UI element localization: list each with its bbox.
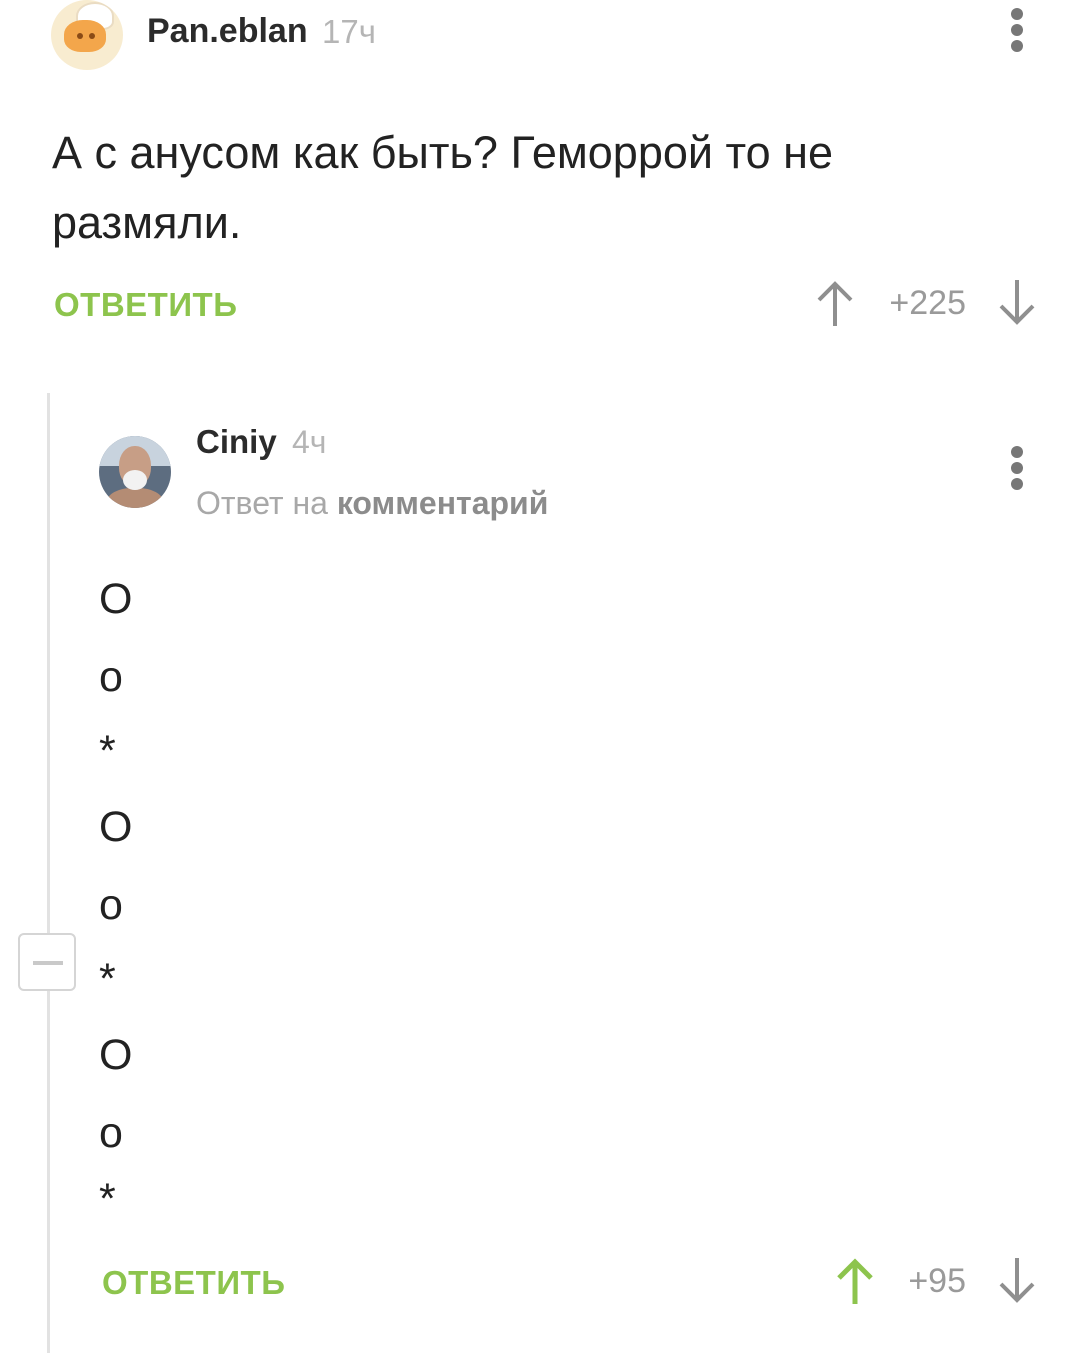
comment-time: 17ч bbox=[322, 13, 376, 50]
reply-text-line: o bbox=[99, 1109, 123, 1157]
pumpkin-icon bbox=[64, 20, 106, 52]
comment-score: +225 bbox=[889, 284, 966, 322]
eye-icon bbox=[89, 33, 95, 39]
more-options-icon[interactable] bbox=[1007, 446, 1027, 494]
reply-to-line: Ответ на комментарий bbox=[196, 485, 548, 522]
comment-username[interactable]: Pan.eblan bbox=[147, 12, 308, 51]
reply-text-line: * bbox=[99, 727, 116, 775]
eye-icon bbox=[77, 33, 83, 39]
reply-button[interactable]: ОТВЕТИТЬ bbox=[54, 286, 237, 324]
reply-text-line: o bbox=[99, 881, 123, 929]
collapse-button[interactable] bbox=[18, 933, 76, 991]
reply-to-prefix: Ответ на bbox=[196, 485, 328, 521]
more-options-icon[interactable] bbox=[1007, 8, 1027, 56]
reply-text-line: O bbox=[99, 575, 133, 623]
reply-text-line: O bbox=[99, 1031, 133, 1079]
reply-score: +95 bbox=[908, 1262, 966, 1300]
avatar[interactable] bbox=[51, 0, 123, 70]
comment-text: А с анусом как быть? Геморрой то не разм… bbox=[52, 127, 834, 248]
upvote-arrow-icon[interactable] bbox=[835, 1256, 875, 1308]
reply-text-line: O bbox=[99, 803, 133, 851]
reply-to-link[interactable]: комментарий bbox=[337, 485, 549, 521]
collapse-icon bbox=[33, 961, 63, 965]
reply-text-line: * bbox=[99, 955, 116, 1003]
thread-line bbox=[47, 393, 50, 1353]
downvote-arrow-icon[interactable] bbox=[997, 1254, 1037, 1306]
reply-button[interactable]: ОТВЕТИТЬ bbox=[102, 1264, 285, 1302]
reply-username[interactable]: Ciniy bbox=[196, 423, 277, 461]
upvote-arrow-icon[interactable] bbox=[815, 278, 855, 330]
reply-text-line: o bbox=[99, 653, 123, 701]
avatar[interactable] bbox=[99, 436, 171, 508]
reply-time: 4ч bbox=[292, 424, 327, 460]
downvote-arrow-icon[interactable] bbox=[997, 276, 1037, 328]
reply-text-line: * bbox=[99, 1175, 116, 1223]
